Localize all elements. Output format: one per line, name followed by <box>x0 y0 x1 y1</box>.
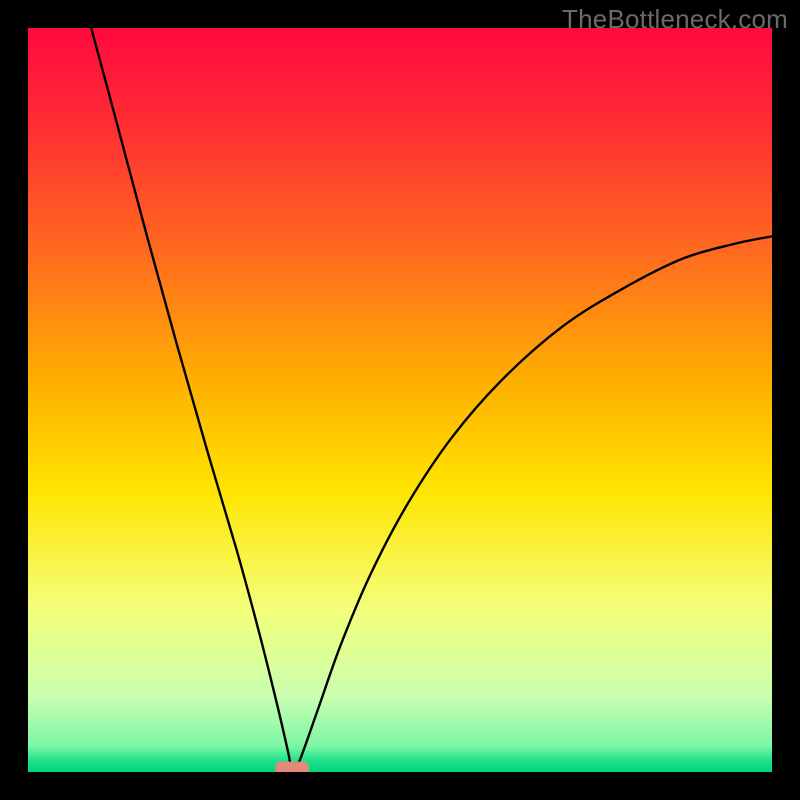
chart-frame <box>28 28 772 772</box>
optimal-marker <box>275 762 308 772</box>
chart-svg <box>28 28 772 772</box>
watermark-text: TheBottleneck.com <box>562 4 788 35</box>
gradient-background <box>28 28 772 772</box>
